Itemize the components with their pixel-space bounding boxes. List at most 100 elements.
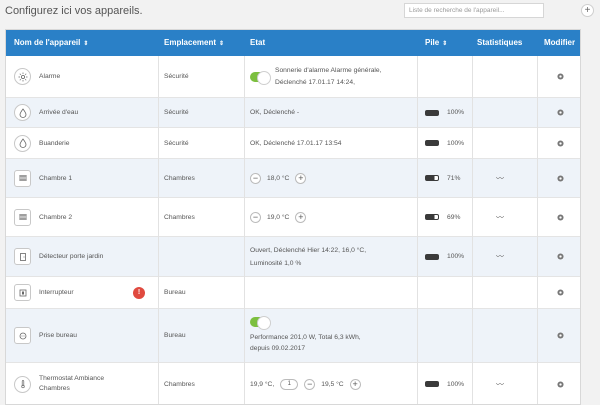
column-header-battery[interactable]: Pile ⇕	[425, 30, 447, 56]
battery-icon	[425, 381, 439, 387]
device-state-line: Performance 201,0 W, Total 6,3 kWh,	[250, 334, 361, 341]
table-row: Interrupteur ! Bureau	[6, 277, 580, 309]
device-state: OK, Déclenché 17.01.17 13:54	[250, 139, 342, 147]
device-location: Sécurité	[164, 73, 189, 80]
device-name-cell: Détecteur porte jardin	[14, 237, 103, 276]
device-name: Chambre 2	[39, 213, 73, 221]
edit-button[interactable]	[556, 277, 565, 308]
column-header-stats: Statistiques	[477, 38, 523, 47]
mode-dial[interactable]: 1	[280, 378, 299, 390]
edit-button[interactable]	[556, 198, 565, 236]
battery-cell: 100%	[425, 363, 465, 404]
sort-icon: ⇕	[219, 41, 225, 47]
battery-level: 100%	[447, 253, 465, 260]
edit-button[interactable]	[556, 159, 565, 197]
column-divider	[472, 56, 473, 404]
column-divider	[417, 56, 418, 404]
temperature-setpoint: 19,5 °C	[321, 380, 344, 388]
battery-icon	[425, 109, 439, 116]
edit-button[interactable]	[556, 128, 565, 158]
table-row: Thermostat Ambiance Chambres Chambres 19…	[6, 363, 580, 404]
device-state-cell: Ouvert, Déclenché Hier 14:22, 16,0 °C, L…	[250, 237, 366, 276]
add-device-button[interactable]: +	[581, 4, 594, 17]
device-search-input[interactable]	[404, 3, 544, 18]
device-state-cell: Sonnerie d'alarme Alarme générale, Décle…	[250, 56, 381, 97]
gear-icon	[557, 174, 564, 182]
alarm-icon	[14, 68, 31, 85]
device-state-cell: Performance 201,0 W, Total 6,3 kWh, depu…	[250, 309, 361, 362]
column-header-location[interactable]: Emplacement ⇕	[164, 30, 224, 56]
devices-table: Nom de l'appareil ⇕ Emplacement ⇕ Etat Pil…	[5, 29, 581, 405]
door-sensor-icon	[14, 248, 31, 265]
temperature-setpoint: 18,0 °C	[267, 174, 290, 182]
device-location: Bureau	[164, 289, 186, 296]
battery-icon	[425, 175, 439, 181]
statistics-button[interactable]: 〰	[496, 159, 504, 197]
temperature-decrease-button[interactable]: −	[250, 172, 261, 184]
device-name-cell: Chambre 1	[14, 159, 72, 197]
table-header: Nom de l'appareil ⇕ Emplacement ⇕ Etat Pil…	[6, 30, 580, 56]
statistics-button[interactable]: 〰	[496, 198, 504, 236]
column-header-name[interactable]: Nom de l'appareil ⇕	[14, 30, 88, 56]
battery-level: 100%	[447, 109, 465, 116]
power-toggle[interactable]	[250, 316, 271, 330]
water-drop-icon	[14, 134, 31, 152]
battery-level: 100%	[447, 380, 465, 388]
battery-icon	[425, 214, 439, 220]
edit-button[interactable]	[556, 363, 565, 404]
device-name: Buanderie	[39, 139, 70, 147]
battery-cell: 100%	[425, 98, 464, 127]
gear-icon	[557, 73, 564, 80]
device-location: Chambres	[164, 380, 195, 388]
device-state-line: Déclenché 17.01.17 14:24,	[275, 78, 355, 86]
radiator-icon	[14, 169, 31, 187]
chart-icon: 〰	[496, 379, 504, 389]
chart-icon: 〰	[496, 212, 504, 222]
device-location: Bureau	[164, 332, 186, 339]
temperature-decrease-button[interactable]: −	[304, 378, 316, 390]
battery-level: 69%	[447, 213, 461, 221]
device-state-line: Ouvert, Déclenché Hier 14:22, 16,0 °C,	[250, 246, 367, 254]
device-location: Chambres	[164, 174, 195, 182]
battery-icon	[425, 140, 439, 146]
chart-icon: 〰	[496, 173, 504, 183]
temperature-control: − 18,0 °C +	[250, 159, 307, 197]
warning-icon[interactable]: !	[133, 286, 145, 299]
gear-icon	[557, 289, 564, 296]
temperature-increase-button[interactable]: +	[295, 211, 307, 223]
edit-button[interactable]	[556, 98, 565, 127]
temperature-decrease-button[interactable]: −	[250, 211, 261, 223]
statistics-button[interactable]: 〰	[496, 237, 504, 276]
table-row: Chambre 2 Chambres − 19,0 °C + 69% 〰	[6, 198, 580, 237]
temperature-control: 19,9 °C, 1 − 19,5 °C +	[250, 363, 361, 404]
battery-level: 100%	[447, 139, 465, 147]
device-location: Chambres	[164, 213, 195, 221]
device-name: Détecteur porte jardin	[39, 253, 104, 260]
thermostat-icon	[14, 375, 31, 393]
edit-button[interactable]	[556, 237, 565, 276]
current-temperature: 19,9 °C,	[250, 380, 275, 388]
table-row: Alarme Sécurité Sonnerie d'alarme Alarme…	[6, 56, 580, 98]
device-name-cell: Thermostat Ambiance Chambres	[14, 363, 105, 404]
edit-button[interactable]	[556, 309, 565, 362]
device-name-cell: Arrivée d'eau	[14, 98, 78, 127]
temperature-increase-button[interactable]: +	[349, 378, 361, 390]
top-bar: Configurez ici vos appareils. +	[0, 0, 600, 26]
battery-level: 71%	[447, 174, 461, 182]
temperature-increase-button[interactable]: +	[295, 172, 307, 184]
device-name: Thermostat Ambiance	[39, 375, 105, 382]
gear-icon	[557, 139, 564, 147]
radiator-icon	[14, 208, 31, 226]
statistics-button[interactable]: 〰	[496, 363, 504, 404]
gear-icon	[557, 109, 564, 116]
table-row: Arrivée d'eau Sécurité OK, Déclenché - 1…	[6, 98, 580, 128]
table-row: Chambre 1 Chambres − 18,0 °C + 71% 〰	[6, 159, 580, 198]
water-drop-icon	[14, 104, 31, 121]
page-title: Configurez ici vos appareils.	[5, 5, 143, 17]
temperature-control: − 19,0 °C +	[250, 198, 307, 236]
edit-button[interactable]	[556, 56, 565, 97]
sort-icon: ⇕	[83, 41, 89, 47]
alarm-toggle[interactable]	[250, 70, 271, 85]
device-state-line: Sonnerie d'alarme Alarme générale,	[275, 66, 382, 74]
device-name: Chambre 1	[39, 174, 73, 182]
